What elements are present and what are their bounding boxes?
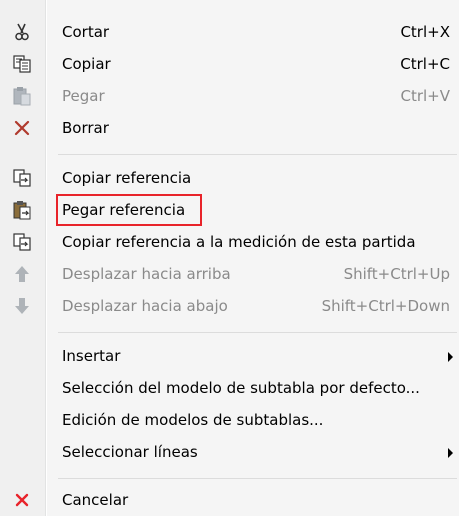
menu-item-label: Borrar bbox=[62, 119, 109, 137]
menu-item-label: Edición de modelos de subtablas... bbox=[62, 411, 324, 429]
copy-icon bbox=[12, 54, 32, 74]
menu-item-shortcut: Shift+Ctrl+Up bbox=[343, 265, 450, 283]
arrow-up-icon bbox=[12, 264, 32, 284]
paste-reference-icon bbox=[12, 200, 32, 220]
menu-item-shortcut: Ctrl+C bbox=[400, 55, 450, 73]
submenu-arrow-icon bbox=[448, 352, 453, 362]
scissors-icon bbox=[12, 22, 32, 42]
menu-item-borrar[interactable]: Borrar bbox=[0, 112, 459, 144]
delete-x-icon bbox=[12, 118, 32, 138]
menu-separator bbox=[58, 332, 457, 333]
menu-item-label: Cortar bbox=[62, 23, 110, 41]
menu-item-pegar[interactable]: Pegar Ctrl+V bbox=[0, 80, 459, 112]
menu-item-shortcut: Shift+Ctrl+Down bbox=[321, 297, 450, 315]
context-menu: Cortar Ctrl+X Copiar Ctrl+C Pegar Ctrl+V… bbox=[0, 0, 459, 516]
menu-item-label: Desplazar hacia arriba bbox=[62, 265, 231, 283]
menu-item-label: Pegar bbox=[62, 87, 105, 105]
menu-item-label: Seleccionar líneas bbox=[62, 443, 198, 461]
menu-item-label: Copiar referencia a la medición de esta … bbox=[62, 233, 416, 251]
menu-item-copiar[interactable]: Copiar Ctrl+C bbox=[0, 48, 459, 80]
menu-item-desplazar-arriba[interactable]: Desplazar hacia arriba Shift+Ctrl+Up bbox=[0, 258, 459, 290]
cancel-x-icon bbox=[12, 490, 32, 510]
menu-item-label: Copiar bbox=[62, 55, 111, 73]
arrow-down-icon bbox=[12, 296, 32, 316]
copy-reference-icon bbox=[12, 168, 32, 188]
copy-reference-measure-icon bbox=[12, 232, 32, 252]
menu-item-desplazar-abajo[interactable]: Desplazar hacia abajo Shift+Ctrl+Down bbox=[0, 290, 459, 322]
submenu-arrow-icon bbox=[448, 448, 453, 458]
menu-item-shortcut: Ctrl+X bbox=[400, 23, 450, 41]
menu-separator bbox=[58, 154, 457, 155]
menu-item-label: Copiar referencia bbox=[62, 169, 192, 187]
menu-item-copiar-referencia-medicion[interactable]: Copiar referencia a la medición de esta … bbox=[0, 226, 459, 258]
menu-item-edicion-modelos[interactable]: Edición de modelos de subtablas... bbox=[0, 404, 459, 436]
highlight-box bbox=[56, 194, 202, 226]
paste-icon bbox=[12, 86, 32, 106]
menu-item-label: Selección del modelo de subtabla por def… bbox=[62, 379, 420, 397]
menu-item-cancelar[interactable]: Cancelar bbox=[0, 484, 459, 516]
menu-item-seleccion-modelo[interactable]: Selección del modelo de subtabla por def… bbox=[0, 372, 459, 404]
menu-item-copiar-referencia[interactable]: Copiar referencia bbox=[0, 162, 459, 194]
menu-item-cortar[interactable]: Cortar Ctrl+X bbox=[0, 16, 459, 48]
menu-separator bbox=[58, 478, 457, 479]
menu-item-label: Cancelar bbox=[62, 491, 129, 509]
menu-item-insertar[interactable]: Insertar bbox=[0, 340, 459, 372]
menu-item-label: Insertar bbox=[62, 347, 121, 365]
menu-item-label: Desplazar hacia abajo bbox=[62, 297, 228, 315]
menu-item-seleccionar-lineas[interactable]: Seleccionar líneas bbox=[0, 436, 459, 468]
menu-item-shortcut: Ctrl+V bbox=[400, 87, 450, 105]
